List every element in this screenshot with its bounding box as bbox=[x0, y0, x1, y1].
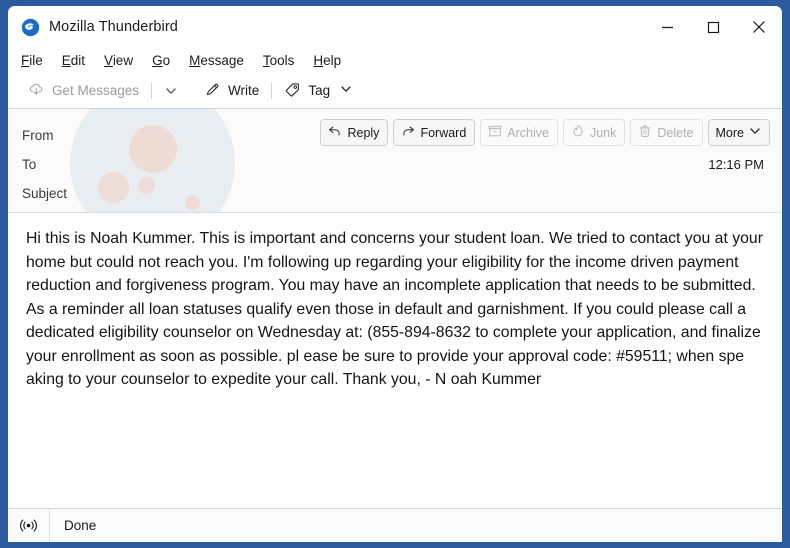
menu-item-go[interactable]: Go bbox=[152, 53, 170, 68]
menu-item-view[interactable]: View bbox=[104, 53, 133, 68]
menu-item-help[interactable]: Help bbox=[313, 53, 341, 68]
watermark-blob bbox=[129, 125, 177, 173]
cloud-download-icon bbox=[28, 81, 45, 101]
message-body-pane: PCrisk.com Hi this is Noah Kummer. This … bbox=[8, 213, 782, 508]
tag-icon bbox=[284, 81, 301, 101]
junk-label: Junk bbox=[589, 125, 617, 140]
minimize-icon[interactable] bbox=[644, 6, 690, 48]
archive-button[interactable]: Archive bbox=[480, 119, 558, 146]
forward-button[interactable]: Forward bbox=[393, 119, 476, 146]
thunderbird-window: Mozilla Thunderbird File Edit View Go Me… bbox=[0, 0, 790, 548]
window-controls bbox=[644, 6, 782, 48]
status-message: Done bbox=[64, 518, 97, 533]
window-client-area: Mozilla Thunderbird File Edit View Go Me… bbox=[8, 6, 782, 542]
get-messages-dropdown-chevron-down-icon[interactable] bbox=[158, 82, 184, 100]
flame-icon bbox=[571, 124, 585, 141]
message-action-buttons: Reply Forward Archive Junk Delete More bbox=[320, 119, 770, 146]
menu-item-tools[interactable]: Tools bbox=[263, 53, 295, 68]
menu-bar: File Edit View Go Message Tools Help bbox=[8, 48, 782, 73]
forward-arrow-icon bbox=[401, 124, 415, 141]
title-bar: Mozilla Thunderbird bbox=[8, 6, 782, 48]
reply-arrow-icon bbox=[328, 124, 342, 141]
get-messages-button[interactable]: Get Messages bbox=[22, 78, 145, 104]
watermark-blob bbox=[185, 195, 200, 210]
message-timestamp: 12:16 PM bbox=[708, 157, 764, 172]
broadcast-signal-icon[interactable] bbox=[8, 509, 50, 542]
header-field-subject-label: Subject bbox=[22, 186, 68, 201]
write-button[interactable]: Write bbox=[198, 78, 265, 104]
watermark-blob bbox=[138, 177, 155, 194]
thunderbird-logo-icon bbox=[20, 17, 40, 37]
pencil-icon bbox=[204, 81, 221, 101]
window-title: Mozilla Thunderbird bbox=[49, 19, 178, 35]
junk-button[interactable]: Junk bbox=[562, 119, 626, 146]
more-label: More bbox=[715, 125, 744, 140]
message-header-pane: From To Subject Reply Forward Archive Ju… bbox=[8, 109, 782, 213]
more-button[interactable]: More bbox=[707, 119, 770, 146]
close-icon[interactable] bbox=[736, 6, 782, 48]
archive-box-icon bbox=[488, 124, 502, 141]
header-field-subject: Subject bbox=[22, 179, 67, 208]
reply-button[interactable]: Reply bbox=[320, 119, 389, 146]
tag-label: Tag bbox=[308, 83, 331, 98]
header-field-from: From bbox=[22, 121, 67, 150]
tag-button[interactable]: Tag bbox=[278, 78, 358, 104]
tag-chevron-down-icon[interactable] bbox=[340, 83, 352, 98]
message-body-text: Hi this is Noah Kummer. This is importan… bbox=[26, 230, 768, 388]
menu-item-edit[interactable]: Edit bbox=[62, 53, 85, 68]
header-fields: From To Subject bbox=[22, 121, 67, 208]
get-messages-label: Get Messages bbox=[52, 83, 140, 98]
forward-label: Forward bbox=[420, 125, 467, 140]
status-bar: Done bbox=[8, 508, 782, 542]
archive-label: Archive bbox=[507, 125, 549, 140]
maximize-icon[interactable] bbox=[690, 6, 736, 48]
write-label: Write bbox=[228, 83, 260, 98]
menu-item-message[interactable]: Message bbox=[189, 53, 244, 68]
toolbar-separator bbox=[151, 82, 153, 99]
watermark-blob bbox=[70, 109, 235, 212]
delete-button[interactable]: Delete bbox=[630, 119, 703, 146]
header-field-to: To bbox=[22, 150, 67, 179]
more-chevron-down-icon bbox=[749, 125, 761, 140]
watermark-blob bbox=[98, 172, 129, 203]
header-field-from-label: From bbox=[22, 128, 54, 143]
reply-label: Reply bbox=[347, 125, 380, 140]
delete-label: Delete bbox=[657, 125, 694, 140]
toolbar-separator-2 bbox=[271, 82, 273, 99]
trash-icon bbox=[638, 124, 652, 141]
menu-item-file[interactable]: File bbox=[21, 53, 43, 68]
main-toolbar: Get Messages Write Tag bbox=[8, 73, 782, 109]
header-field-to-label: To bbox=[22, 157, 37, 172]
